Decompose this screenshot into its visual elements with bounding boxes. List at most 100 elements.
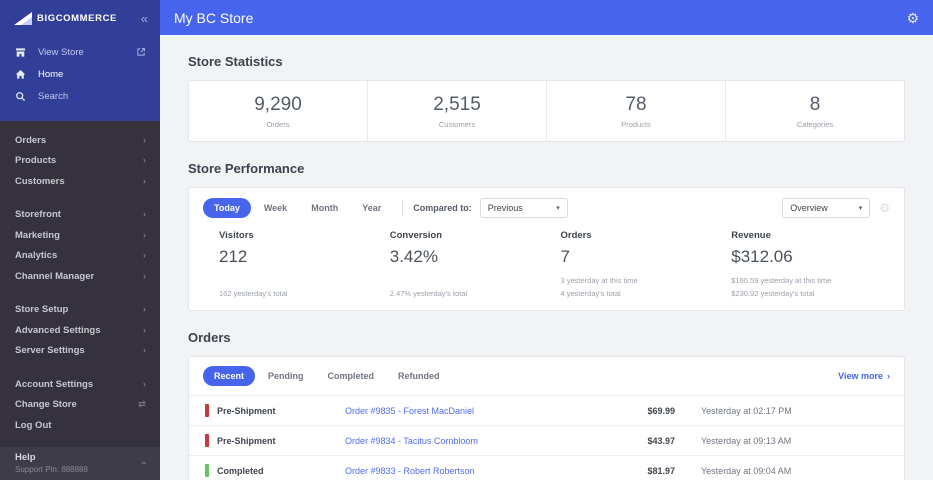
sidebar-nav-group: Orders › Products › Customers ›: [0, 130, 160, 192]
bigcommerce-logo[interactable]: BIGCOMMERCE: [14, 12, 141, 25]
sidebar-item-label: Log Out: [15, 419, 52, 431]
chevron-right-icon: ›: [887, 371, 890, 381]
storefront-icon: [15, 47, 29, 58]
order-row: Pre-Shipment Order #9835 - Forest MacDan…: [189, 395, 904, 425]
sidebar-nav-item[interactable]: Server Settings ›: [0, 341, 160, 362]
stat-value: 2,515: [433, 93, 481, 115]
stat-value: 9,290: [254, 93, 302, 115]
metric-comparison-line: $230.92 yesterday's total: [731, 289, 815, 298]
bigcommerce-logo-icon: [14, 12, 32, 25]
order-row: Completed Order #9833 - Robert Robertson…: [189, 455, 904, 480]
sidebar-nav-item[interactable]: Analytics ›: [0, 246, 160, 267]
chevron-right-icon: ›: [142, 345, 146, 356]
sidebar-item-search[interactable]: Search: [0, 85, 160, 107]
sidebar-item-label: Home: [38, 68, 64, 80]
sidebar-nav-item[interactable]: Advanced Settings ›: [0, 320, 160, 341]
sidebar-nav-item[interactable]: Marketing ›: [0, 225, 160, 246]
order-amount: $69.99: [647, 405, 675, 416]
sidebar-nav-item[interactable]: Log Out: [0, 415, 160, 436]
performance-period-tab[interactable]: Week: [253, 198, 298, 218]
store-statistics-card: 9,290 Orders 2,515 Customers 78 Products: [188, 80, 905, 142]
sidebar-item-label: Store Setup: [15, 304, 69, 316]
sidebar-item-label: Account Settings: [15, 378, 94, 390]
orders-filter-tab[interactable]: Recent: [203, 366, 256, 386]
sidebar-nav-item[interactable]: Orders ›: [0, 130, 160, 151]
metric-value: 212: [219, 247, 248, 266]
sidebar-nav-item[interactable]: Channel Manager ›: [0, 266, 160, 287]
order-link[interactable]: Order #9834 - Tacitus Cornbloom: [345, 436, 605, 446]
orders-title: Orders: [188, 330, 231, 345]
chevron-right-icon: ›: [142, 270, 146, 282]
stat-label: Customers: [438, 119, 476, 129]
metric-label: Orders: [560, 230, 592, 241]
view-more-label: View more: [838, 371, 883, 381]
divider: [402, 200, 404, 216]
sidebar: BIGCOMMERCE « View Store Home Search Ord…: [0, 0, 160, 480]
performance-period-tab[interactable]: Today: [203, 198, 251, 218]
sidebar-item-label: Orders: [15, 134, 47, 146]
orders-filter-tab[interactable]: Refunded: [387, 366, 451, 386]
sidebar-item-label: Change Store: [15, 399, 77, 411]
settings-gear-icon[interactable]: ⚙: [906, 11, 919, 25]
sidebar-nav-item[interactable]: Storefront ›: [0, 205, 160, 226]
compared-to-value: Previous: [487, 203, 523, 213]
status-color-bar: [205, 404, 209, 417]
order-status: Pre-Shipment: [205, 434, 345, 447]
sidebar-quick-nav: View Store Home Search: [0, 27, 160, 121]
order-status: Pre-Shipment: [205, 404, 345, 417]
metric-comparisons: 3 yesterday at this time 4 yesterday's t…: [561, 272, 718, 298]
sidebar-nav-item[interactable]: Products ›: [0, 151, 160, 172]
sidebar-nav-item[interactable]: Customers ›: [0, 171, 160, 192]
sidebar-nav-item[interactable]: Change Store ⇄: [0, 395, 160, 416]
search-icon: [15, 91, 29, 102]
store-performance-card: Today Week Month Year Compared to: Previ…: [188, 187, 905, 311]
metric-value: 7: [560, 247, 570, 266]
chevron-right-icon: ›: [142, 209, 146, 220]
orders-filter-tab[interactable]: Pending: [257, 366, 315, 386]
sidebar-nav-item[interactable]: Store Setup ›: [0, 300, 160, 321]
sidebar-item-label: Advanced Settings: [15, 324, 101, 336]
order-link[interactable]: Order #9833 - Robert Robertson: [345, 466, 605, 476]
overview-select[interactable]: Overview ▾: [782, 198, 871, 218]
metric-comparison-line: 2.47% yesterday's total: [389, 289, 468, 298]
metric-comparisons: 2.47% yesterday's total: [390, 285, 547, 298]
metric-value: 3.42%: [389, 247, 438, 266]
sidebar-item-home[interactable]: Home: [0, 63, 160, 85]
sidebar-item-label: Storefront: [15, 209, 61, 221]
metric-comparison-line: 4 yesterday's total: [560, 289, 621, 298]
stat-label: Categories: [796, 119, 834, 129]
sidebar-nav-item[interactable]: Account Settings ›: [0, 374, 160, 395]
caret-up-icon: ›: [138, 461, 151, 465]
status-label: Pre-Shipment: [217, 435, 276, 446]
store-title: My BC Store: [174, 9, 254, 26]
performance-settings-gear-icon: ⚙: [879, 201, 890, 215]
main-area: My BC Store ⚙ Store Statistics 9,290 Ord…: [160, 0, 933, 480]
app-root: BIGCOMMERCE « View Store Home Search Ord…: [0, 0, 933, 480]
sidebar-collapse-button[interactable]: «: [141, 12, 148, 25]
sidebar-nav-group: Store Setup › Advanced Settings › Server…: [0, 300, 160, 362]
chevron-right-icon: ⇄: [138, 399, 146, 410]
content: Store Statistics 9,290 Orders 2,515 Cust…: [160, 35, 933, 480]
order-amount: $43.97: [647, 435, 675, 446]
metric-label: Conversion: [389, 230, 443, 241]
stat-value: 8: [809, 93, 821, 115]
chevron-right-icon: ›: [142, 229, 146, 241]
status-color-bar: [205, 434, 209, 447]
metric-cell: Orders 7 3 yesterday at this time 4 yest…: [547, 230, 718, 298]
orders-tabs-row: Recent Pending Completed Refunded View m…: [189, 357, 904, 395]
compared-to-select[interactable]: Previous ▾: [479, 198, 568, 218]
performance-period-tab[interactable]: Month: [300, 198, 349, 218]
sidebar-help-section[interactable]: Help Support Pin: 888888 ›: [0, 447, 160, 480]
performance-metrics: Visitors 212 162 yesterday's total Conve…: [189, 228, 904, 310]
orders-list: Pre-Shipment Order #9835 - Forest MacDan…: [189, 395, 904, 480]
stat-value: 78: [625, 93, 647, 115]
caret-down-icon: ▾: [858, 205, 863, 212]
performance-period-tab[interactable]: Year: [351, 198, 392, 218]
order-link[interactable]: Order #9835 - Forest MacDaniel: [345, 406, 605, 416]
metric-comparison-line: 3 yesterday at this time: [560, 276, 638, 285]
orders-filter-tab[interactable]: Completed: [317, 366, 386, 386]
view-more-link[interactable]: View more ›: [838, 371, 890, 381]
help-title: Help: [15, 452, 36, 463]
sidebar-item-view-store[interactable]: View Store: [0, 41, 160, 63]
header-bar: My BC Store ⚙: [160, 0, 933, 35]
